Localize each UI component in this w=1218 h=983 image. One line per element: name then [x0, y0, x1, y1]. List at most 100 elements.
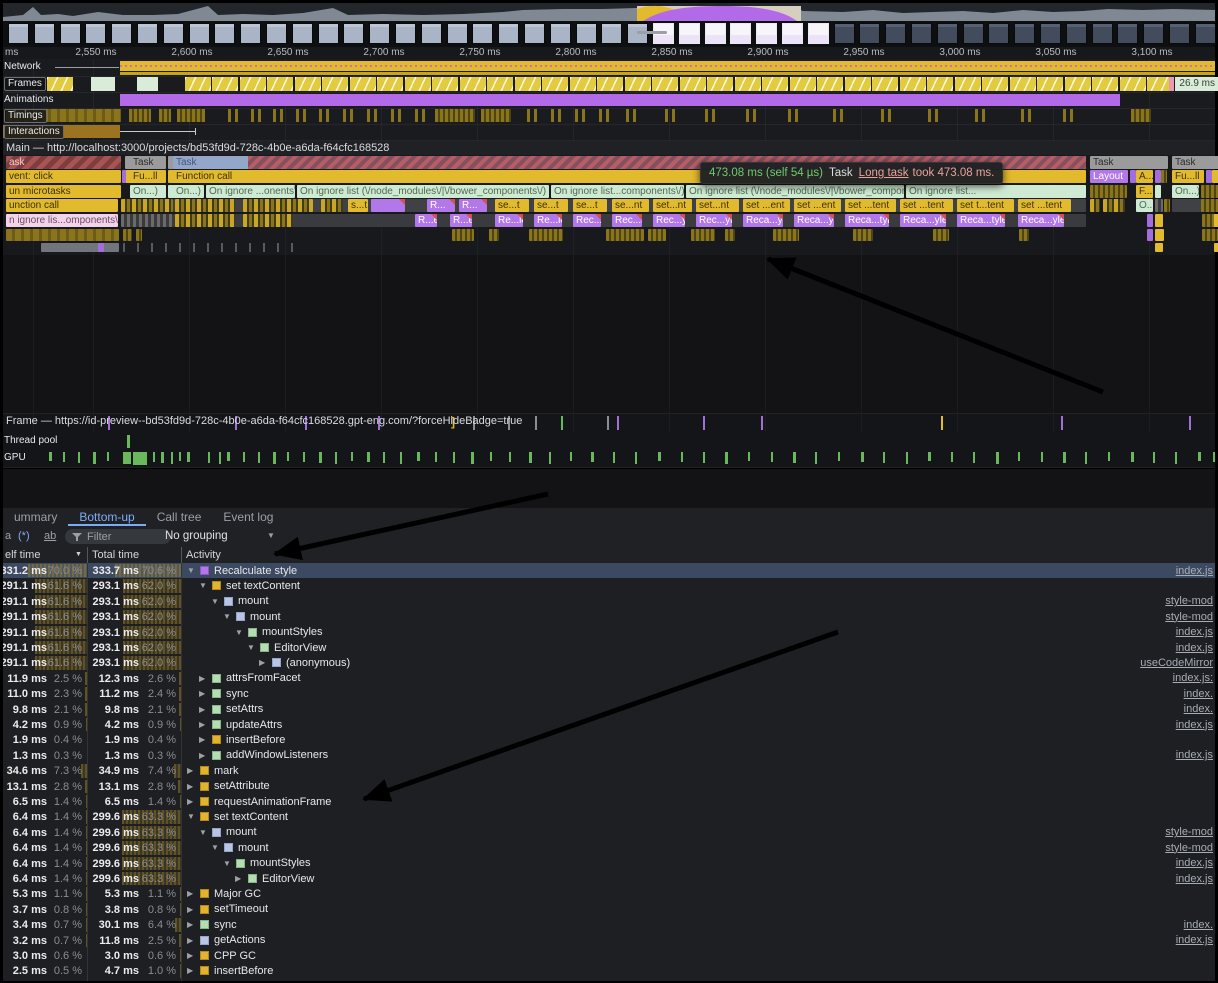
flame-block[interactable]	[1155, 199, 1163, 212]
expand-icon[interactable]: ▶	[187, 905, 193, 914]
column-self-time[interactable]: elf time	[5, 549, 40, 561]
flame-block[interactable]: Rec...le	[612, 214, 642, 227]
filmstrip-thumbnail[interactable]	[911, 23, 932, 44]
frame-block[interactable]	[515, 77, 541, 91]
flame-block[interactable]: set...nt	[653, 199, 692, 212]
long-task-link[interactable]: Long task	[859, 167, 909, 179]
flame-block[interactable]	[1202, 229, 1218, 241]
frame-block[interactable]	[295, 77, 321, 91]
timings-track[interactable]: Timings	[3, 108, 1215, 125]
flame-block[interactable]	[98, 243, 104, 252]
flame-block[interactable]: vent: click	[6, 170, 121, 183]
flame-block[interactable]	[123, 229, 132, 241]
flame-block[interactable]	[1214, 243, 1218, 252]
flame-block[interactable]	[606, 229, 644, 241]
flame-block[interactable]: se...t	[573, 199, 607, 212]
table-row[interactable]: 291.1 ms61.6 %293.1 ms62.0 %▼EditorViewi…	[3, 640, 1215, 655]
table-row[interactable]: 6.4 ms1.4 %299.6 ms63.3 %▼mountstyle-mod	[3, 825, 1215, 840]
collapse-icon[interactable]: ▼	[247, 643, 255, 652]
frame-block[interactable]	[322, 77, 348, 91]
table-row[interactable]: 291.1 ms61.6 %293.1 ms62.0 %▼mountstyle-…	[3, 594, 1215, 609]
flame-block[interactable]: F...l	[1136, 185, 1153, 198]
flame-block[interactable]: Task	[130, 156, 166, 169]
filmstrip-thumbnail[interactable]	[576, 23, 597, 44]
tab-call-tree[interactable]: Call tree	[146, 508, 213, 526]
frame-block[interactable]	[982, 77, 1008, 91]
flame-block[interactable]	[243, 199, 313, 212]
filmstrip-thumbnail[interactable]	[963, 23, 984, 44]
flame-block[interactable]	[175, 199, 235, 212]
flame-block[interactable]: set ...tent	[900, 199, 953, 212]
flame-block[interactable]	[853, 229, 873, 241]
filmstrip-thumbnail[interactable]	[679, 23, 700, 44]
flame-block[interactable]	[175, 214, 235, 227]
frame-block[interactable]	[350, 77, 376, 91]
table-row[interactable]: 11.0 ms2.3 %11.2 ms2.4 %▶syncindex.	[3, 686, 1215, 701]
flame-block[interactable]: R...e	[415, 214, 437, 227]
filmstrip-thumbnail[interactable]	[318, 23, 339, 44]
table-row[interactable]: 3.7 ms0.8 %3.8 ms0.8 %▶setTimeout	[3, 902, 1215, 917]
thread-pool-track[interactable]: Thread pool	[3, 433, 1215, 451]
filmstrip-thumbnail[interactable]	[343, 23, 364, 44]
flame-block[interactable]	[1090, 199, 1100, 212]
collapse-icon[interactable]: ▼	[223, 859, 231, 868]
flame-block[interactable]: n ignore lis...omponents\/)	[6, 214, 118, 227]
flame-block[interactable]: On ignore ...onents\/)	[206, 185, 295, 198]
filmstrip-thumbnail[interactable]	[85, 23, 106, 44]
flame-block[interactable]: Rec...yle	[696, 214, 732, 227]
filmstrip-thumbnail[interactable]	[447, 23, 468, 44]
flame-block[interactable]	[1155, 214, 1163, 227]
source-link[interactable]: index.	[1184, 919, 1213, 931]
expand-icon[interactable]: ▶	[199, 720, 205, 729]
flame-block[interactable]: R...	[459, 199, 487, 212]
frame-block[interactable]	[1120, 77, 1146, 91]
filmstrip-thumbnail[interactable]	[395, 23, 416, 44]
flame-block[interactable]	[6, 229, 119, 241]
frame-block[interactable]	[762, 77, 788, 91]
flame-block[interactable]: Fu...ll	[130, 170, 166, 183]
filmstrip-thumbnail[interactable]	[34, 23, 55, 44]
flame-block[interactable]	[452, 229, 474, 241]
column-activity[interactable]: Activity	[186, 549, 221, 561]
flame-block[interactable]	[1201, 185, 1218, 198]
source-link[interactable]: style-mod	[1165, 611, 1213, 623]
filmstrip-thumbnail[interactable]	[937, 23, 958, 44]
table-row[interactable]: 2.5 ms0.5 %4.7 ms1.0 %▶insertBefore	[3, 963, 1215, 978]
main-flame-chart[interactable]: askTaskTaskTaskTaskvent: clickFu...llFun…	[3, 155, 1215, 255]
frame-block[interactable]	[900, 77, 926, 91]
filmstrip-thumbnail[interactable]	[214, 23, 235, 44]
filmstrip-thumbnail[interactable]	[60, 23, 81, 44]
source-link[interactable]: index.js	[1176, 565, 1213, 577]
collapse-icon[interactable]: ▼	[223, 612, 231, 621]
table-row[interactable]: 11.9 ms2.5 %12.3 ms2.6 %▶attrsFromFaceti…	[3, 671, 1215, 686]
filmstrip-thumbnail[interactable]	[240, 23, 261, 44]
collapse-icon[interactable]: ▼	[211, 843, 219, 852]
filmstrip-thumbnail[interactable]	[266, 23, 287, 44]
expand-icon[interactable]: ▶	[199, 705, 205, 714]
flame-block[interactable]: Task	[1090, 156, 1168, 169]
flame-block[interactable]	[321, 199, 343, 212]
table-row[interactable]: 291.1 ms61.6 %293.1 ms62.0 %▶(anonymous)…	[3, 655, 1215, 670]
flame-block[interactable]	[121, 199, 173, 212]
flame-block[interactable]	[123, 243, 303, 252]
flame-block[interactable]: On ignore list (\/node_modules\/|\/bower…	[686, 185, 904, 198]
collapse-icon[interactable]: ▼	[187, 812, 195, 821]
flame-block[interactable]: On ignore list...	[906, 185, 1086, 198]
flame-block[interactable]: R...	[427, 199, 455, 212]
tab-bottom-up[interactable]: Bottom-up	[68, 508, 145, 526]
regex-icon[interactable]: (*)	[18, 530, 30, 542]
source-link[interactable]: index.js	[1176, 873, 1213, 885]
source-link[interactable]: useCodeMirror	[1140, 657, 1213, 669]
source-link[interactable]: index.	[1184, 688, 1213, 700]
frame-block[interactable]	[735, 77, 761, 91]
flame-block[interactable]: ask	[6, 156, 121, 169]
expand-icon[interactable]: ▶	[259, 658, 265, 667]
flame-block[interactable]	[1147, 229, 1153, 241]
source-link[interactable]: style-mod	[1165, 842, 1213, 854]
frame-block[interactable]	[845, 77, 871, 91]
frame-block[interactable]	[1037, 77, 1063, 91]
flame-block[interactable]: Reca...yle	[1018, 214, 1064, 227]
flame-block[interactable]: set ...tent	[845, 199, 896, 212]
source-link[interactable]: index.js	[1176, 934, 1213, 946]
table-row[interactable]: 4.2 ms0.9 %4.2 ms0.9 %▶updateAttrsindex.…	[3, 717, 1215, 732]
